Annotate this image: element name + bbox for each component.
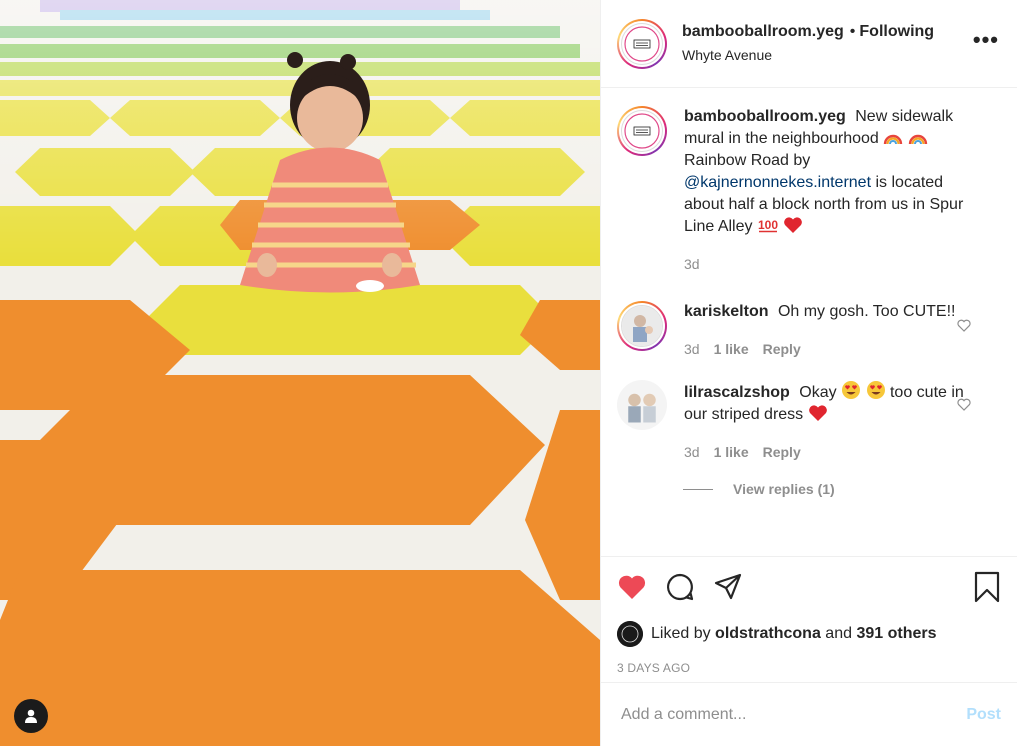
post-side-panel: bambooballroom.yeg • Following Whyte Avenu… [600,0,1017,746]
action-bar: Liked by oldstrathcona and 391 others 3 … [601,556,1017,682]
add-comment-bar: Post [601,682,1017,746]
comment-meta: 3d 1 like Reply [684,338,974,360]
comment-likes[interactable]: 1 like [714,338,749,360]
liker-username[interactable]: oldstrathcona [715,625,821,643]
comments-section: bambooballroom.yeg New sidewalk mural in… [601,88,1017,556]
comment-input[interactable] [621,705,967,724]
action-icons [617,567,1001,607]
liker-avatar-icon[interactable] [617,621,643,647]
comment-text: Oh my gosh. Too CUTE!! [777,303,956,320]
mention-link[interactable]: @kajnernonnekes.internet [684,174,871,191]
heart-outline-icon[interactable] [957,398,971,411]
header-text: bambooballroom.yeg • Following Whyte Avenu… [682,21,934,66]
hundred-points-emoji-icon: 100 [758,218,778,233]
reply-button[interactable]: Reply [763,441,801,463]
location-link[interactable]: Whyte Avenue [682,46,772,65]
profile-photo-icon [621,305,663,347]
caption-meta: 3d [684,253,974,275]
comment-icon[interactable] [665,572,695,602]
tagged-users-button[interactable] [14,699,48,733]
heart-outline-icon[interactable] [957,319,971,332]
likes-prefix: Liked by [651,625,711,642]
photo-scene [0,0,600,746]
author-avatar[interactable] [617,18,667,69]
post-header: bambooballroom.yeg • Following Whyte Avenu… [601,0,1017,88]
commenter-avatar[interactable] [617,301,667,351]
comment-body: lilrascalzshop Okay too cute in our stri… [684,380,974,463]
brand-logo-icon [621,22,663,65]
comment-text: Okay [799,384,837,401]
following-button[interactable]: Following [859,23,934,40]
author-username[interactable]: bambooballroom.yeg [682,23,844,40]
brand-logo-icon [621,110,663,152]
rainbow-emoji-icon [884,134,903,145]
likes-joiner: and [825,625,852,642]
post-comment-button[interactable]: Post [966,706,1001,724]
replies-divider [683,488,713,490]
rainbow-emoji-icon [908,134,927,145]
comment-item: kariskelton Oh my gosh. Too CUTE!! 3d 1 … [617,301,1001,360]
caption-time[interactable]: 3d [684,253,700,275]
more-options-icon[interactable]: ••• [973,29,999,51]
instagram-post: bambooballroom.yeg • Following Whyte Avenu… [0,0,1017,746]
heart-filled-icon[interactable] [617,573,647,601]
header-top: bambooballroom.yeg • Following [682,21,934,43]
caption: bambooballroom.yeg New sidewalk mural in… [617,106,1001,275]
bookmark-icon[interactable] [973,571,1001,603]
caption-author-avatar[interactable] [617,106,667,156]
caption-text: Rainbow Road by [684,152,811,169]
red-heart-emoji-icon [784,217,803,233]
comment-item: lilrascalzshop Okay too cute in our stri… [617,380,1001,463]
view-replies-button[interactable]: View replies (1) [683,481,1001,497]
heart-eyes-emoji-icon [842,381,861,399]
reply-button[interactable]: Reply [763,338,801,360]
likes-others-link[interactable]: 391 others [856,625,936,643]
view-replies-label: View replies (1) [733,481,835,497]
separator-dot: • [849,22,856,40]
comment-body: kariskelton Oh my gosh. Too CUTE!! 3d 1 … [684,301,974,360]
post-date[interactable]: 3 DAYS AGO [617,661,1001,675]
likes-summary: Liked by oldstrathcona and 391 others [617,621,1001,647]
commenter-avatar[interactable] [617,380,667,430]
caption-body: bambooballroom.yeg New sidewalk mural in… [684,106,974,275]
comment-likes[interactable]: 1 like [714,441,749,463]
heart-eyes-emoji-icon [866,381,885,399]
commenter-username[interactable]: kariskelton [684,303,768,320]
share-icon[interactable] [713,572,743,602]
user-icon [25,709,37,723]
post-photo[interactable] [0,0,600,746]
commenter-username[interactable]: lilrascalzshop [684,384,790,401]
svg-text:100: 100 [758,218,778,232]
red-heart-emoji-icon [808,405,827,421]
comment-time[interactable]: 3d [684,441,700,463]
profile-photo-icon [617,380,667,430]
caption-username[interactable]: bambooballroom.yeg [684,108,846,125]
comment-meta: 3d 1 like Reply [684,441,974,463]
comment-time[interactable]: 3d [684,338,700,360]
